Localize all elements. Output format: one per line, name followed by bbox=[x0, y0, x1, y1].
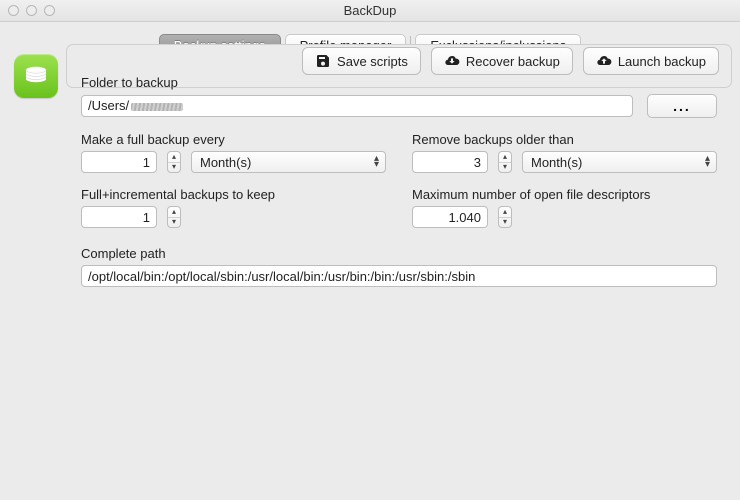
full-backup-every-input[interactable] bbox=[81, 151, 157, 173]
stepper-up-icon[interactable]: ▴ bbox=[168, 207, 180, 218]
stepper-down-icon[interactable]: ▾ bbox=[499, 163, 511, 173]
incrementals-input[interactable] bbox=[81, 206, 157, 228]
recover-backup-button[interactable]: Recover backup bbox=[431, 47, 573, 75]
save-scripts-button[interactable]: Save scripts bbox=[302, 47, 421, 75]
chevron-updown-icon: ▴▾ bbox=[705, 156, 710, 168]
stepper-up-icon[interactable]: ▴ bbox=[168, 152, 180, 163]
stepper-down-icon[interactable]: ▾ bbox=[499, 218, 511, 228]
chevron-updown-icon: ▴▾ bbox=[374, 156, 379, 168]
settings-panel: Folder to backup /Users/ ... Make a full… bbox=[66, 44, 732, 88]
select-value: Month(s) bbox=[531, 155, 582, 170]
remove-older-unit-select[interactable]: Month(s) ▴▾ bbox=[522, 151, 717, 173]
save-icon bbox=[315, 53, 331, 69]
stepper-up-icon[interactable]: ▴ bbox=[499, 207, 511, 218]
button-label: Recover backup bbox=[466, 54, 560, 69]
title-bar: BackDup bbox=[0, 0, 740, 22]
max-fd-stepper[interactable]: ▴ ▾ bbox=[498, 206, 512, 228]
app-icon bbox=[14, 54, 58, 98]
minimize-window-button[interactable] bbox=[26, 5, 37, 16]
remove-older-input[interactable] bbox=[412, 151, 488, 173]
zoom-window-button[interactable] bbox=[44, 5, 55, 16]
complete-path-input[interactable] bbox=[81, 265, 717, 287]
browse-button[interactable]: ... bbox=[647, 94, 717, 118]
complete-path-label: Complete path bbox=[81, 246, 717, 261]
full-backup-every-label: Make a full backup every bbox=[81, 132, 386, 147]
stepper-up-icon[interactable]: ▴ bbox=[499, 152, 511, 163]
folder-to-backup-input[interactable]: /Users/ bbox=[81, 95, 633, 117]
incrementals-label: Full+incremental backups to keep bbox=[81, 187, 386, 202]
incrementals-stepper[interactable]: ▴ ▾ bbox=[167, 206, 181, 228]
close-window-button[interactable] bbox=[8, 5, 19, 16]
max-fd-input[interactable] bbox=[412, 206, 488, 228]
button-label: Save scripts bbox=[337, 54, 408, 69]
max-fd-label: Maximum number of open file descriptors bbox=[412, 187, 717, 202]
folder-path-redacted bbox=[131, 103, 183, 111]
window-controls bbox=[0, 5, 55, 16]
folder-path-prefix: /Users/ bbox=[88, 98, 129, 113]
cloud-upload-icon bbox=[596, 53, 612, 69]
full-backup-every-unit-select[interactable]: Month(s) ▴▾ bbox=[191, 151, 386, 173]
remove-older-label: Remove backups older than bbox=[412, 132, 717, 147]
select-value: Month(s) bbox=[200, 155, 251, 170]
button-label: Launch backup bbox=[618, 54, 706, 69]
cloud-download-icon bbox=[444, 53, 460, 69]
folder-to-backup-label: Folder to backup bbox=[81, 75, 717, 90]
cloud-db-icon bbox=[21, 61, 51, 91]
stepper-down-icon[interactable]: ▾ bbox=[168, 163, 180, 173]
stepper-down-icon[interactable]: ▾ bbox=[168, 218, 180, 228]
launch-backup-button[interactable]: Launch backup bbox=[583, 47, 719, 75]
window-title: BackDup bbox=[0, 3, 740, 18]
remove-older-stepper[interactable]: ▴ ▾ bbox=[498, 151, 512, 173]
full-backup-every-stepper[interactable]: ▴ ▾ bbox=[167, 151, 181, 173]
